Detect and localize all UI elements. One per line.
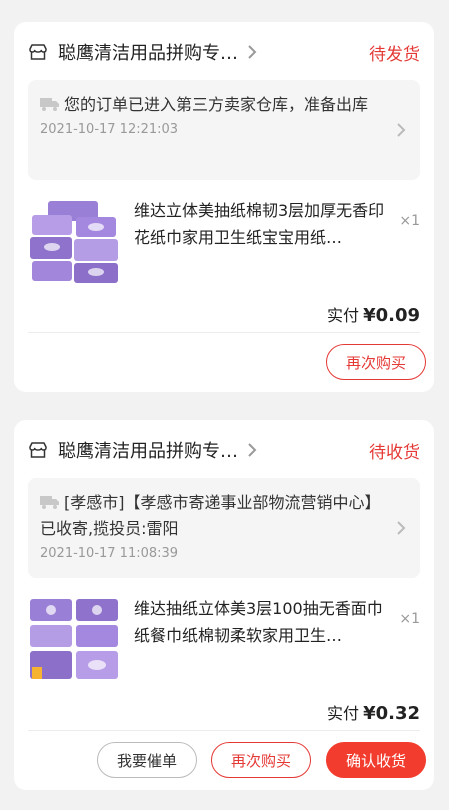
divider: [28, 332, 420, 333]
logistics-text: [孝感市]【孝感市寄递事业部物流营销中心】已收寄,揽投员:雷阳: [40, 493, 373, 538]
logistics-panel[interactable]: 您的订单已进入第三方卖家仓库，准备出库 2021-10-17 12:21:03: [28, 80, 420, 180]
store-icon: [29, 44, 47, 60]
paid-label: 实付: [327, 704, 360, 723]
chevron-right-icon: [248, 45, 257, 59]
logistics-time: 2021-10-17 11:08:39: [40, 546, 179, 561]
product-item[interactable]: 维达抽纸立体美3层100抽无香面巾纸餐巾纸棉韧柔软家用卫生… ×1: [28, 595, 420, 685]
product-image: [28, 595, 120, 683]
rebuy-button[interactable]: 再次购买: [326, 344, 426, 380]
truck-icon: [40, 98, 59, 111]
shop-header[interactable]: 聪鹰清洁用品拼购专… 待发货: [28, 38, 420, 66]
logistics-panel[interactable]: [孝感市]【孝感市寄递事业部物流营销中心】已收寄,揽投员:雷阳 2021-10-…: [28, 478, 420, 578]
shop-name[interactable]: 聪鹰清洁用品拼购专…: [58, 39, 238, 65]
shop-name[interactable]: 聪鹰清洁用品拼购专…: [58, 437, 238, 463]
chevron-right-icon: [397, 123, 406, 137]
order-card[interactable]: 聪鹰清洁用品拼购专… 待收货 [孝感市]【孝感市寄递事业部物流营销中心】已收寄,…: [14, 420, 434, 790]
paid-amount: ¥0.09: [363, 305, 420, 326]
product-quantity: ×1: [399, 611, 420, 627]
shop-header[interactable]: 聪鹰清洁用品拼购专… 待收货: [28, 436, 420, 464]
paid-amount: ¥0.32: [363, 703, 420, 724]
truck-icon: [40, 496, 59, 509]
logistics-text: 您的订单已进入第三方卖家仓库，准备出库: [64, 95, 369, 114]
product-item[interactable]: 维达立体美抽纸棉韧3层加厚无香印花纸巾家用卫生纸宝宝用纸… ×1: [28, 197, 420, 287]
paid-amount-row: 实付 ¥0.09: [327, 302, 420, 326]
logistics-time: 2021-10-17 12:21:03: [40, 122, 179, 137]
product-title[interactable]: 维达立体美抽纸棉韧3层加厚无香印花纸巾家用卫生纸宝宝用纸…: [134, 197, 394, 251]
confirm-receipt-button[interactable]: 确认收货: [326, 742, 426, 778]
urge-order-button[interactable]: 我要催单: [97, 742, 197, 778]
paid-label: 实付: [327, 306, 360, 325]
paid-amount-row: 实付 ¥0.32: [327, 700, 420, 724]
store-icon: [29, 442, 47, 458]
product-quantity: ×1: [399, 213, 420, 229]
product-image: [28, 197, 120, 285]
chevron-right-icon: [397, 521, 406, 535]
order-status: 待收货: [369, 442, 420, 463]
chevron-right-icon: [248, 443, 257, 457]
order-status: 待发货: [369, 44, 420, 65]
rebuy-button[interactable]: 再次购买: [211, 742, 311, 778]
product-title[interactable]: 维达抽纸立体美3层100抽无香面巾纸餐巾纸棉韧柔软家用卫生…: [134, 595, 394, 649]
divider: [28, 730, 420, 731]
order-card[interactable]: 聪鹰清洁用品拼购专… 待发货 您的订单已进入第三方卖家仓库，准备出库 2021-…: [14, 22, 434, 392]
